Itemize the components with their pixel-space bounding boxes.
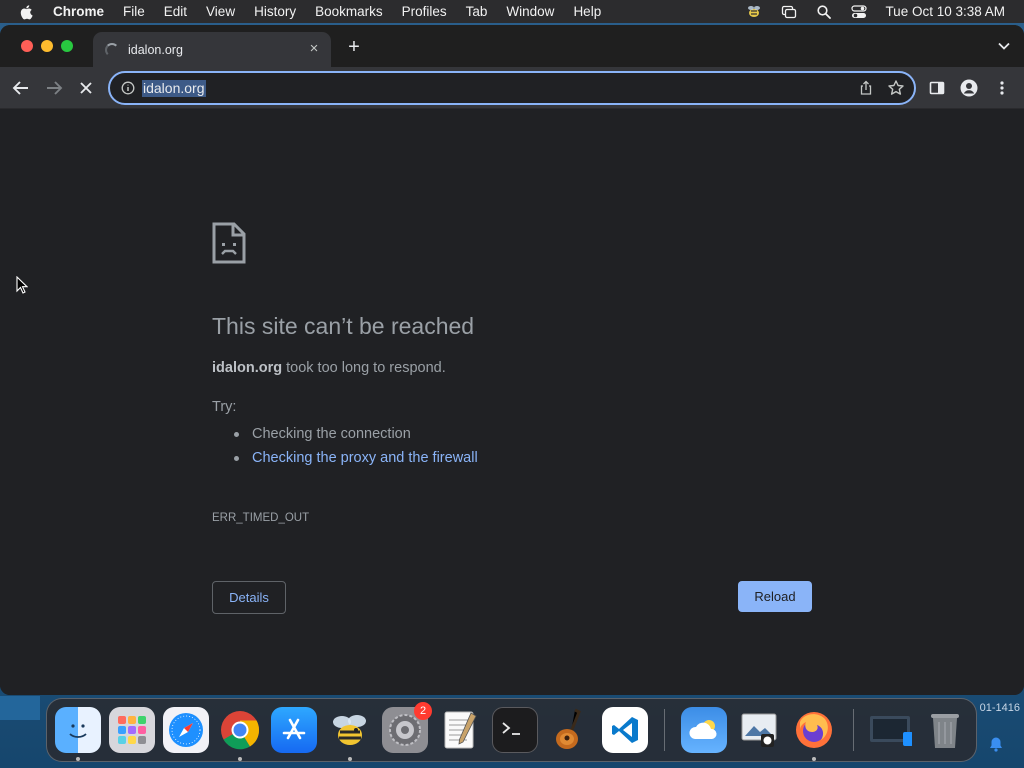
firefox-icon[interactable] — [791, 707, 837, 753]
menu-app-name[interactable]: Chrome — [53, 4, 104, 19]
tab-search-chevron-icon[interactable] — [998, 41, 1010, 51]
fullscreen-window-button[interactable] — [61, 40, 73, 52]
back-button[interactable] — [10, 77, 32, 99]
try-label: Try: — [212, 399, 237, 415]
textedit-icon[interactable] — [437, 707, 483, 753]
chrome-running-dot — [238, 757, 242, 761]
back-arrow-icon — [12, 81, 28, 95]
forward-button[interactable] — [43, 77, 65, 99]
dock — [46, 698, 977, 762]
menu-edit[interactable]: Edit — [164, 4, 187, 19]
preview-icon[interactable] — [736, 707, 782, 753]
profile-avatar-icon — [960, 79, 978, 97]
new-tab-button[interactable]: + — [345, 37, 363, 57]
url-text[interactable]: idalon.org — [142, 80, 206, 97]
profile-button[interactable] — [958, 77, 980, 99]
menu-history[interactable]: History — [254, 4, 296, 19]
safari-icon[interactable] — [163, 707, 209, 753]
dock-separator — [664, 709, 665, 751]
address-bar[interactable]: idalon.org — [108, 71, 916, 105]
site-info-icon[interactable] — [121, 81, 135, 95]
chrome-icon[interactable] — [217, 707, 263, 753]
app-store-icon[interactable] — [271, 707, 317, 753]
error-title: This site can’t be reached — [212, 313, 475, 339]
firefox-running-dot — [812, 757, 816, 761]
tab-close-icon[interactable]: × — [306, 41, 322, 57]
dock-separator-2 — [853, 709, 854, 751]
error-description-text: took too long to respond. — [282, 360, 446, 376]
trash-icon[interactable] — [922, 707, 968, 753]
bee-app-icon[interactable] — [327, 707, 373, 753]
tab-title: idalon.org — [128, 42, 183, 57]
error-description: idalon.org took too long to respond. — [212, 360, 446, 376]
error-page: This site can’t be reached idalon.org to… — [0, 110, 1024, 695]
menu-tab[interactable]: Tab — [466, 4, 488, 19]
error-code: ERR_TIMED_OUT — [212, 512, 310, 524]
vscode-icon[interactable] — [602, 707, 648, 753]
suggestions-list: Checking the connection Checking the pro… — [234, 422, 478, 470]
launchpad-icon[interactable] — [109, 707, 155, 753]
loading-spinner-icon — [105, 42, 119, 57]
weather-icon[interactable] — [681, 707, 727, 753]
side-panel-button[interactable] — [926, 77, 948, 99]
settings-update-badge: 2 — [414, 702, 432, 720]
terminal-icon[interactable] — [492, 707, 538, 753]
details-button[interactable]: Details — [212, 581, 286, 614]
sad-document-icon — [212, 222, 246, 264]
chrome-menu-button[interactable] — [991, 77, 1013, 99]
menu-view[interactable]: View — [206, 4, 235, 19]
menu-bookmarks[interactable]: Bookmarks — [315, 4, 383, 19]
bookmark-star-icon[interactable] — [887, 79, 905, 97]
desktop-background-strip — [0, 696, 40, 720]
side-panel-icon — [929, 81, 945, 95]
browser-window: idalon.org × + idalon.org This site can’… — [0, 25, 1024, 695]
stop-loading-button[interactable] — [75, 77, 97, 99]
garageband-icon[interactable] — [547, 707, 593, 753]
spotlight-search-icon[interactable] — [815, 4, 833, 20]
apple-icon[interactable] — [19, 4, 35, 20]
menu-file[interactable]: File — [123, 4, 145, 19]
notification-bell-icon[interactable] — [988, 736, 1004, 752]
finder-running-dot — [76, 757, 80, 761]
error-host: idalon.org — [212, 360, 283, 376]
close-window-button[interactable] — [21, 40, 33, 52]
screenshot-folder-icon[interactable] — [867, 707, 913, 753]
desktop-corner-text: 01-1416 — [979, 702, 1020, 714]
suggestion-check-proxy-link[interactable]: Checking the proxy and the firewall — [234, 446, 478, 470]
screen-mirroring-icon[interactable] — [780, 4, 798, 20]
menu-help[interactable]: Help — [573, 4, 601, 19]
bee-status-icon[interactable] — [745, 4, 763, 20]
tab-strip: idalon.org × + — [0, 25, 1024, 67]
finder-icon[interactable] — [55, 707, 101, 753]
menu-bar: Chrome File Edit View History Bookmarks … — [0, 0, 1024, 23]
menu-window[interactable]: Window — [506, 4, 554, 19]
browser-toolbar: idalon.org — [0, 67, 1024, 109]
mouse-cursor-icon — [16, 276, 28, 294]
forward-arrow-icon — [47, 81, 63, 95]
menu-bar-clock[interactable]: Tue Oct 10 3:38 AM — [885, 4, 1005, 19]
suggestion-check-connection: Checking the connection — [234, 422, 478, 446]
more-vertical-icon — [1000, 81, 1004, 95]
stop-x-icon — [80, 82, 92, 94]
bee-app-running-dot — [348, 757, 352, 761]
control-center-icon[interactable] — [850, 4, 868, 20]
tab-idalon[interactable]: idalon.org × — [93, 32, 331, 67]
menu-profiles[interactable]: Profiles — [402, 4, 447, 19]
share-icon[interactable] — [858, 80, 874, 96]
reload-button[interactable]: Reload — [738, 581, 812, 612]
minimize-window-button[interactable] — [41, 40, 53, 52]
